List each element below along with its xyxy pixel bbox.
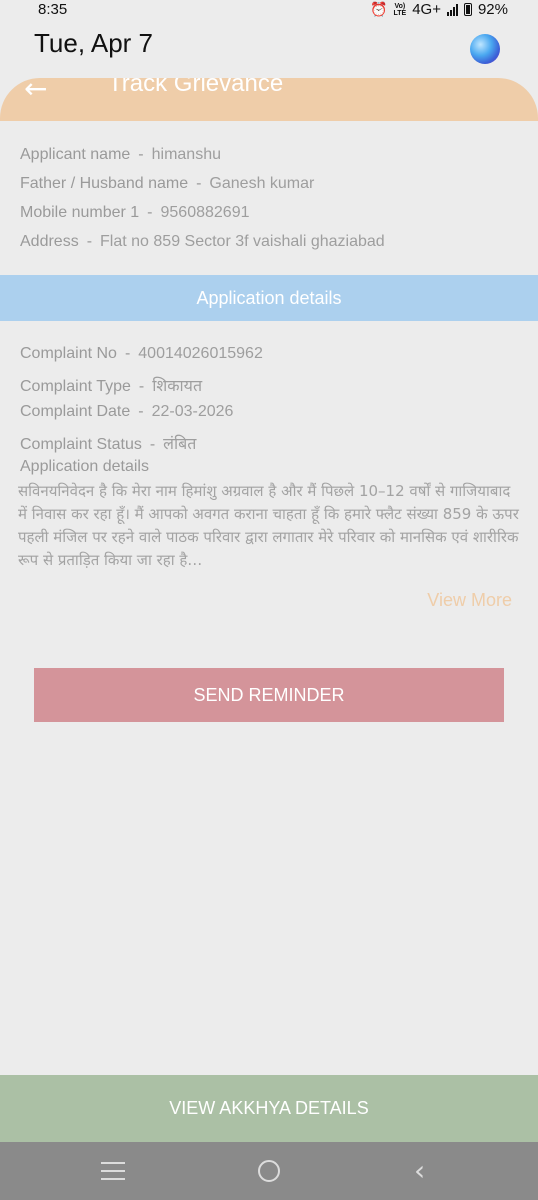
- info-label: Address: [20, 233, 79, 250]
- signal-icon: [446, 3, 458, 16]
- date-line: Tue, Apr 7: [34, 28, 153, 58]
- applicant-info: Applicant name - himanshu Father / Husband…: [20, 146, 520, 262]
- info-label: Father / Husband name: [20, 175, 189, 192]
- page-header: ← Track Grievance: [0, 78, 538, 121]
- info-row-father-name: Father / Husband name - Ganesh kumar: [20, 175, 520, 204]
- page-title: Track Grievance: [108, 78, 284, 97]
- status-icons: ⏰ Vo) LTE 4G+ 92%: [370, 1, 508, 18]
- info-row-complaint-type: Complaint Type - शिकायत: [20, 374, 520, 403]
- back-icon[interactable]: ‹: [414, 1154, 425, 1187]
- info-separator: -: [138, 403, 144, 420]
- info-separator: -: [138, 146, 144, 163]
- status-badge: लंबित: [163, 436, 197, 453]
- info-label: Applicant name: [20, 146, 131, 163]
- info-value: himanshu: [151, 146, 221, 163]
- info-value: Flat no 859 Sector 3f vaishali ghaziabad: [100, 233, 385, 250]
- info-row-applicant-name: Applicant name - himanshu: [20, 146, 520, 175]
- details-text: सविनयनिवेदन है कि मेरा नाम हिमांशु अग्रव…: [18, 482, 519, 569]
- battery-icon: [463, 3, 472, 16]
- info-separator: -: [138, 378, 145, 395]
- view-akkhya-details-button[interactable]: VIEW AKKHYA DETAILS: [0, 1075, 538, 1142]
- info-separator: -: [147, 204, 153, 221]
- complaint-info: Complaint No -40014026015962 Complaint Ty…: [20, 345, 520, 461]
- home-icon[interactable]: [258, 1160, 280, 1182]
- info-value: Ganesh kumar: [209, 175, 315, 192]
- assistant-orb-icon[interactable]: [470, 34, 500, 64]
- details-heading: Application details: [20, 458, 149, 475]
- info-row-complaint-date: Complaint Date -22-03-2026: [20, 403, 520, 432]
- volte-icon: Vo) LTE: [393, 2, 407, 17]
- info-row-complaint-status: Complaint Status - लंबित: [20, 432, 520, 461]
- info-row-complaint-no: Complaint No -40014026015962: [20, 345, 520, 374]
- info-row-address: Address - Flat no 859 Sector 3f vaishali g…: [20, 233, 520, 262]
- info-separator: -: [86, 233, 93, 250]
- section-header-application-details: Application details: [0, 275, 538, 321]
- info-label: Complaint Type: [20, 378, 131, 395]
- send-reminder-button[interactable]: SEND REMINDER: [34, 668, 504, 722]
- back-arrow-icon[interactable]: ←: [24, 78, 47, 105]
- info-separator: -: [124, 345, 131, 362]
- status-time: 8:35: [38, 1, 68, 18]
- info-separator: -: [196, 175, 202, 192]
- battery-level: 92%: [477, 1, 508, 18]
- network-type: 4G+: [412, 1, 441, 18]
- info-label: Complaint Status: [20, 436, 142, 453]
- view-more-link[interactable]: View More: [427, 590, 512, 611]
- info-value: 9560882691: [160, 204, 250, 221]
- info-separator: -: [149, 436, 156, 453]
- status-bar: 8:35 ⏰ Vo) LTE 4G+ 92%: [0, 0, 538, 20]
- info-label: Mobile number 1: [20, 204, 140, 221]
- system-nav-bar: ‹: [0, 1142, 538, 1200]
- info-label: Complaint Date: [20, 403, 131, 420]
- info-value: 22-03-2026: [151, 403, 234, 420]
- info-value: शिकायत: [152, 378, 203, 395]
- info-label: Complaint No: [20, 345, 117, 362]
- alarm-icon: ⏰: [370, 1, 388, 17]
- info-row-mobile: Mobile number 1-9560882691: [20, 204, 520, 233]
- info-value: 40014026015962: [138, 345, 263, 362]
- recent-apps-icon[interactable]: [101, 1162, 125, 1180]
